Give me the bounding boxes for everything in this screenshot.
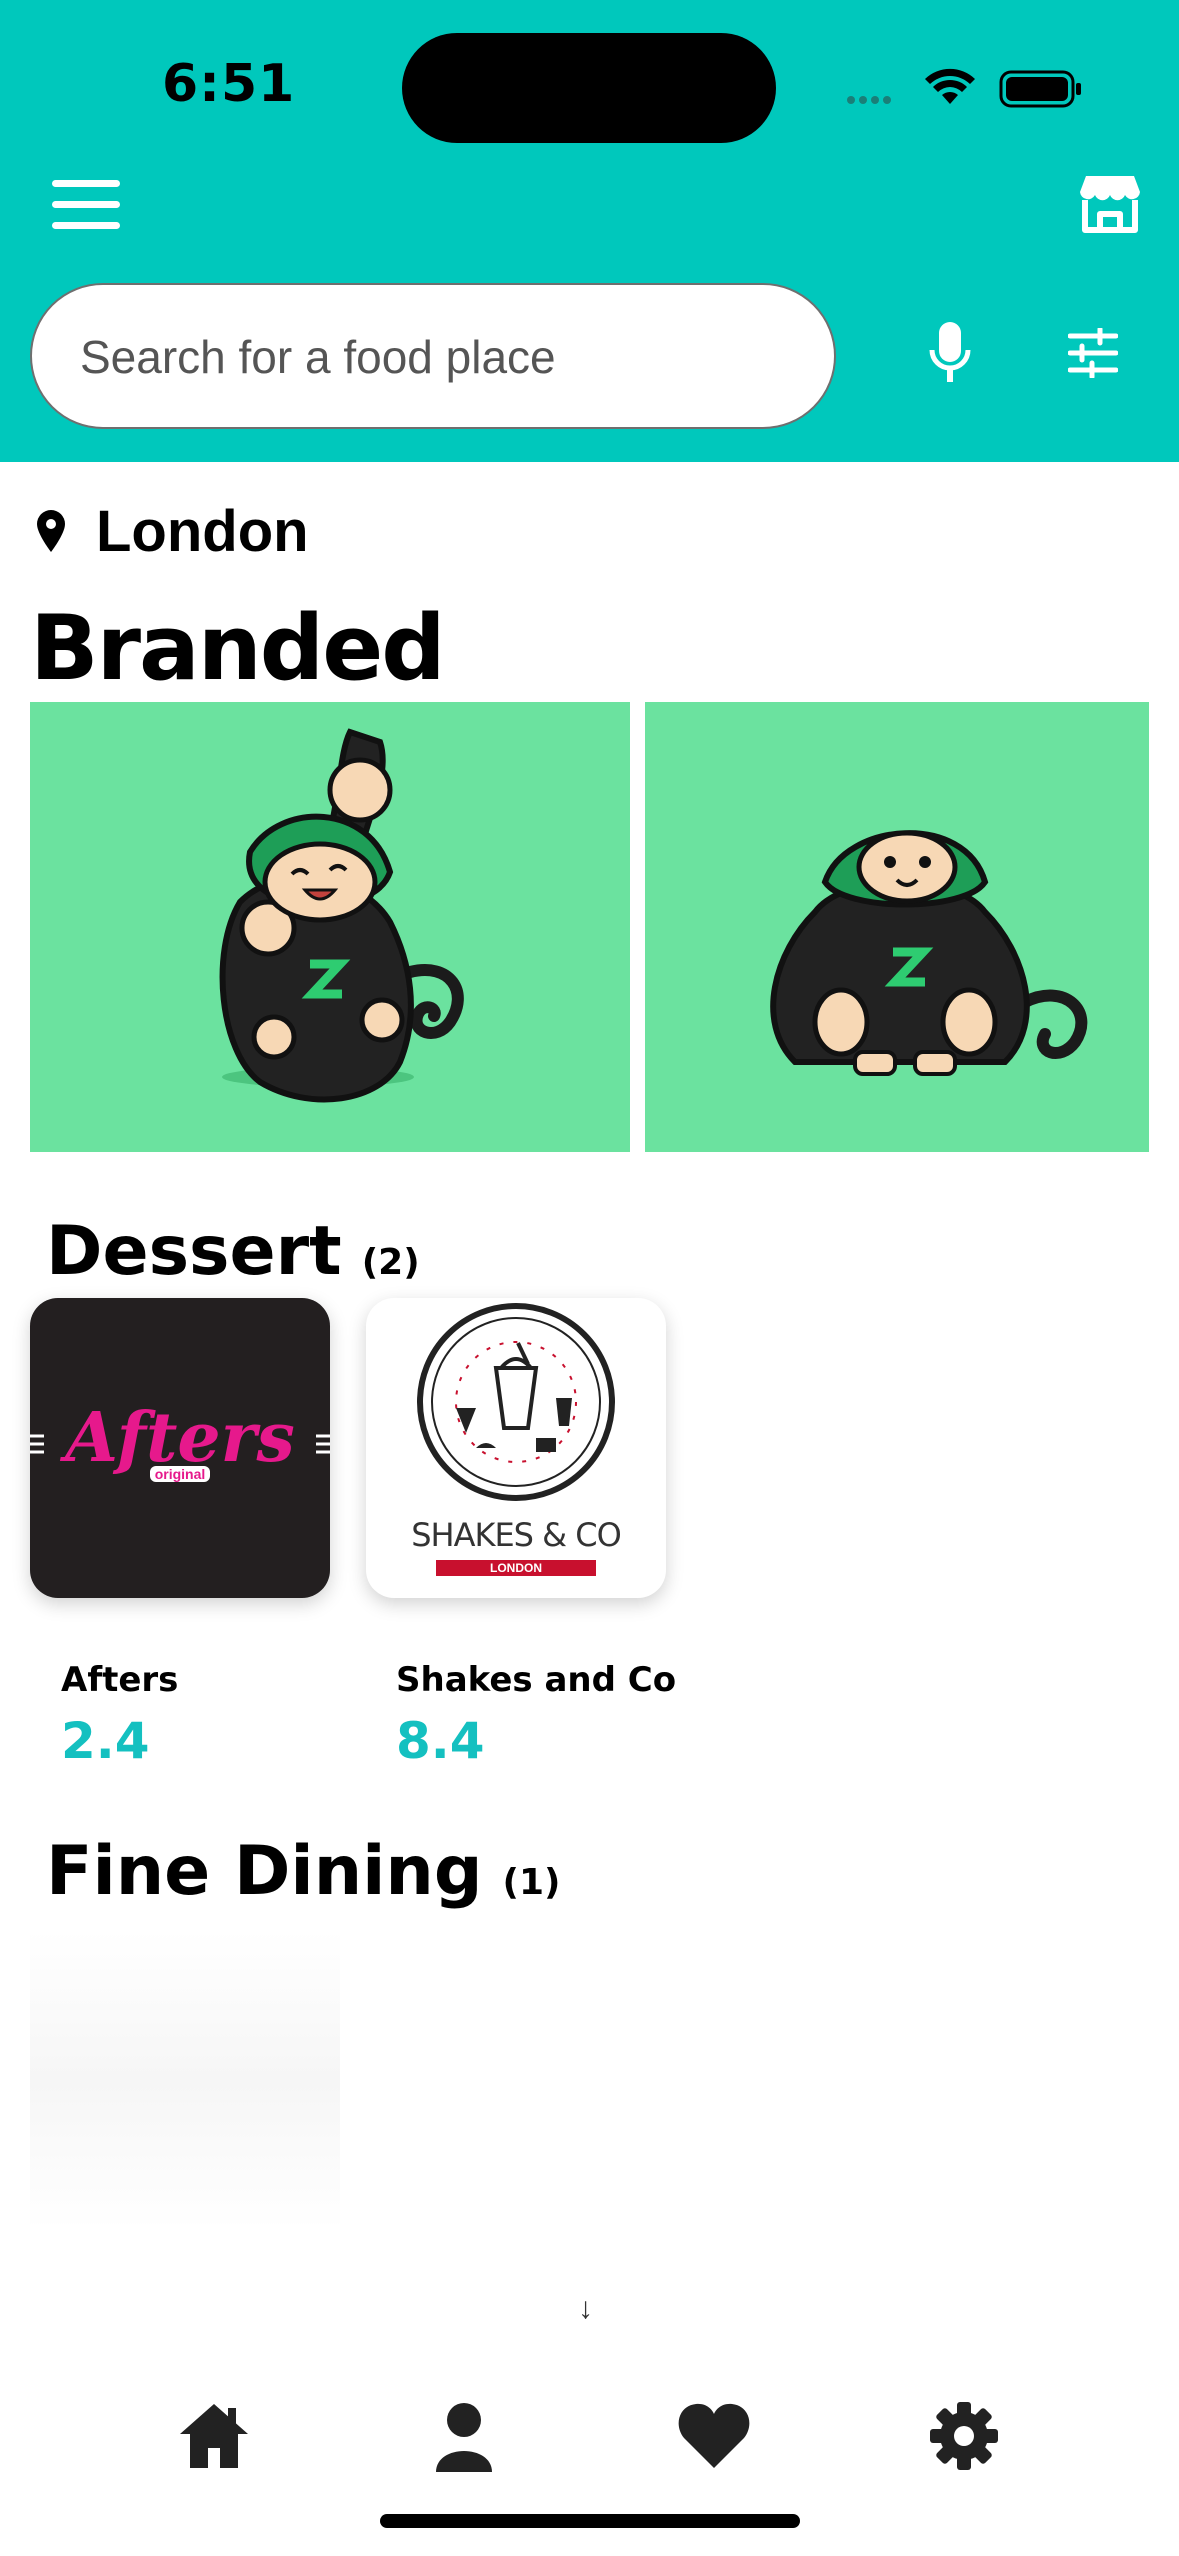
- profile-icon[interactable]: [426, 2398, 502, 2474]
- place-card-loading[interactable]: [30, 1930, 340, 2230]
- filter-icon[interactable]: [1068, 328, 1118, 378]
- home-indicator[interactable]: [380, 2514, 800, 2528]
- place-name: Afters: [61, 1660, 179, 1700]
- place-score: 2.4: [61, 1712, 150, 1770]
- location-row[interactable]: London: [36, 496, 309, 566]
- location-pin-icon: [37, 510, 65, 552]
- place-card-afters[interactable]: Afters original: [30, 1298, 330, 1598]
- heart-icon[interactable]: [676, 2398, 752, 2474]
- section-name: Dessert: [46, 1212, 342, 1291]
- location-city: London: [96, 498, 309, 564]
- status-icons: [847, 68, 1081, 108]
- section-count: (2): [361, 1242, 420, 1283]
- cellular-icon: [847, 96, 891, 104]
- dynamic-island: [402, 33, 776, 143]
- place-card-shakes-and-co[interactable]: SHAKES & CO LONDON: [366, 1298, 666, 1598]
- home-icon[interactable]: [176, 2398, 252, 2474]
- wifi-icon: [925, 68, 975, 104]
- afters-logo-subtext: original: [150, 1466, 210, 1482]
- status-time: 6:51: [162, 54, 296, 114]
- battery-icon: [999, 70, 1081, 108]
- place-score: 8.4: [396, 1712, 485, 1770]
- monkey-mascot-jumping-illustration: [219, 728, 464, 1103]
- section-count: (1): [502, 1862, 561, 1903]
- menu-icon[interactable]: [52, 180, 120, 230]
- monkey-mascot-standing-illustration: [770, 830, 1088, 1076]
- bottom-tab-bar: [0, 2380, 1179, 2490]
- microphone-icon[interactable]: [928, 320, 972, 392]
- shakes-and-co-logo-text: SHAKES & CO: [411, 1516, 622, 1554]
- shakes-and-co-logo-subtext: LONDON: [490, 1561, 542, 1575]
- section-title-branded: Branded: [30, 596, 446, 701]
- store-icon[interactable]: [1078, 172, 1142, 236]
- search-field[interactable]: [30, 283, 836, 429]
- gear-icon[interactable]: [926, 2398, 1002, 2474]
- branded-banner[interactable]: [30, 702, 630, 1152]
- search-input[interactable]: [78, 285, 782, 429]
- place-name: Shakes and Co: [396, 1660, 677, 1700]
- section-title-dessert: Dessert (2): [46, 1212, 420, 1291]
- scroll-down-arrow-icon: ↓: [578, 2292, 593, 2325]
- branded-banner[interactable]: [645, 702, 1149, 1152]
- section-title-fine-dining: Fine Dining (1): [46, 1832, 561, 1911]
- section-name: Fine Dining: [46, 1832, 483, 1911]
- app-header: 6:51: [0, 0, 1179, 462]
